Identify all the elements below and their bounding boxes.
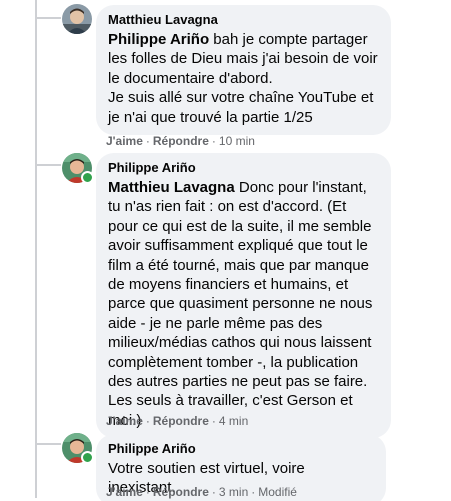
comment-text: Matthieu Lavagna Donc pour l'instant, tu… [108,178,379,430]
user-avatar-icon [62,4,92,34]
separator: · [211,134,216,148]
mention-link[interactable]: Matthieu Lavagna [108,179,235,196]
like-link[interactable]: J'aime [106,414,143,428]
comment-author[interactable]: Philippe Ariño [108,160,379,176]
online-status-icon [81,451,94,464]
comment-actions: J'aime · Répondre · 4 min [106,413,248,429]
thread-line [35,164,61,166]
comment-author[interactable]: Matthieu Lavagna [108,12,379,28]
avatar[interactable] [62,153,94,184]
avatar[interactable] [62,433,94,464]
reply-link[interactable]: Répondre [153,485,209,499]
comment-timestamp[interactable]: 10 min [219,134,255,148]
mention-link[interactable]: Philippe Ariño [108,31,209,48]
separator: · [251,485,256,499]
like-link[interactable]: J'aime [106,134,143,148]
comment-text: Philippe Ariño bah je compte partager le… [108,30,379,127]
comment-body: Donc pour l'instant, tu n'as rien fait :… [108,179,373,429]
thread-line [35,443,61,445]
separator: · [145,134,150,148]
like-link[interactable]: J'aime [106,485,143,499]
separator: · [145,485,150,499]
thread-line [35,0,37,498]
edited-label[interactable]: Modifié [258,485,297,499]
comment-timestamp[interactable]: 4 min [219,414,248,428]
comment-body-line-2: Je suis allé sur votre chaîne YouTube et… [108,89,374,126]
comment-thread: Matthieu Lavagna Philippe Ariño bah je c… [0,0,451,501]
reply-link[interactable]: Répondre [153,414,209,428]
separator: · [211,485,216,499]
reply-link[interactable]: Répondre [153,134,209,148]
avatar[interactable] [62,4,92,34]
separator: · [145,414,150,428]
online-status-icon [81,171,94,184]
thread-line [35,17,61,19]
comment-bubble: Matthieu Lavagna Philippe Ariño bah je c… [96,5,391,136]
comment-author[interactable]: Philippe Ariño [108,441,374,457]
comment-timestamp[interactable]: 3 min [219,485,248,499]
separator: · [211,414,216,428]
comment-bubble: Philippe Ariño Matthieu Lavagna Donc pou… [96,153,391,439]
comment-actions: J'aime · Répondre · 10 min [106,133,255,149]
comment-actions: J'aime · Répondre · 3 min · Modifié [106,484,297,500]
